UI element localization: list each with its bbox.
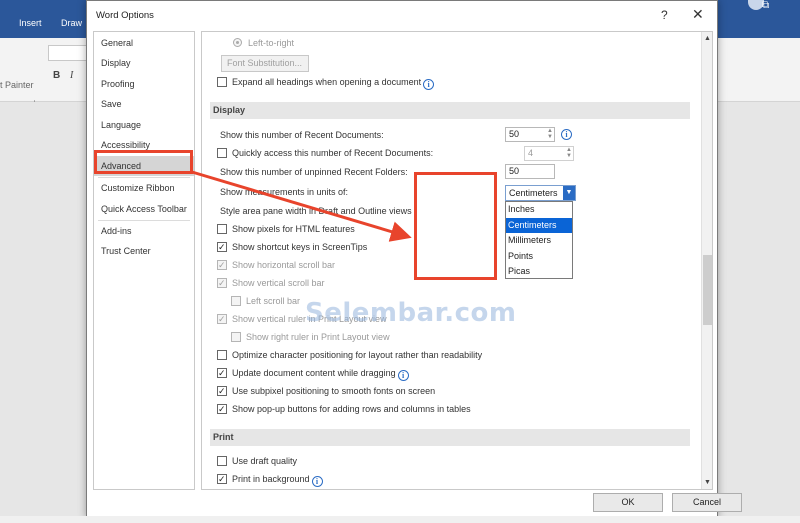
annotation-arrow (191, 170, 412, 242)
watermark: Selembar.com (305, 298, 517, 328)
